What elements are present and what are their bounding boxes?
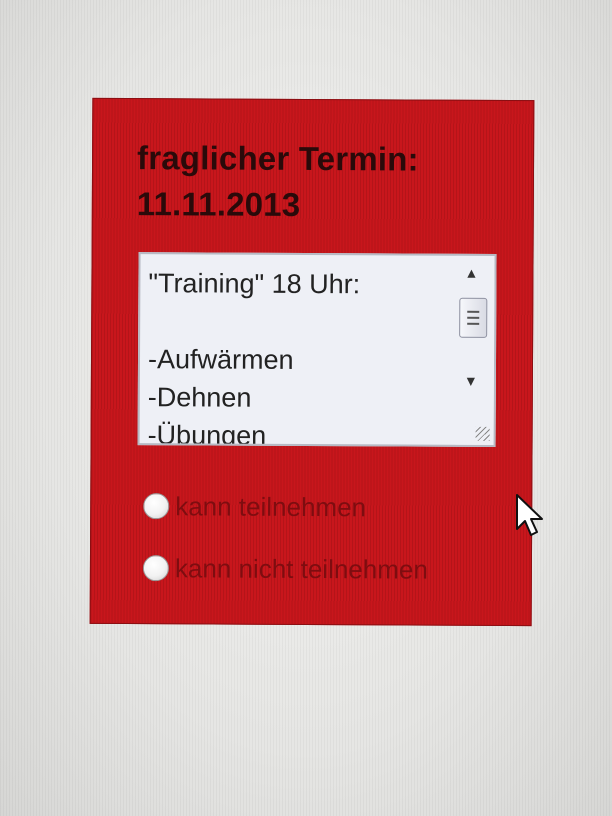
description-textarea[interactable]: "Training" 18 Uhr: -Aufwärmen -Dehnen -Ü… [137,252,497,447]
radio-option-can-attend[interactable]: kann teilnehmen [143,491,366,522]
appointment-title-label: fraglicher Termin: [136,139,419,178]
radio-option-cannot-attend[interactable]: kann nicht teilnehmen [142,553,428,585]
appointment-title: fraglicher Termin: 11.11.2013 [137,135,419,228]
radio-label: kann nicht teilnehmen [174,553,428,585]
radio-label: kann teilnehmen [175,491,367,523]
textarea-scrollbar[interactable]: ▲ ▼ [455,255,495,445]
scroll-thumb[interactable] [459,297,488,338]
description-text: "Training" 18 Uhr: -Aufwärmen -Dehnen -Ü… [147,268,361,447]
appointment-panel: fraglicher Termin: 11.11.2013 "Training"… [89,97,535,627]
resize-grip-icon[interactable] [475,426,490,441]
arrow-up-icon[interactable]: ▲ [464,265,478,281]
radio-button[interactable] [142,555,169,582]
mouse-pointer-icon [516,494,543,536]
appointment-date: 11.11.2013 [136,185,301,223]
arrow-down-icon[interactable]: ▼ [464,373,478,389]
radio-button[interactable] [143,493,170,520]
